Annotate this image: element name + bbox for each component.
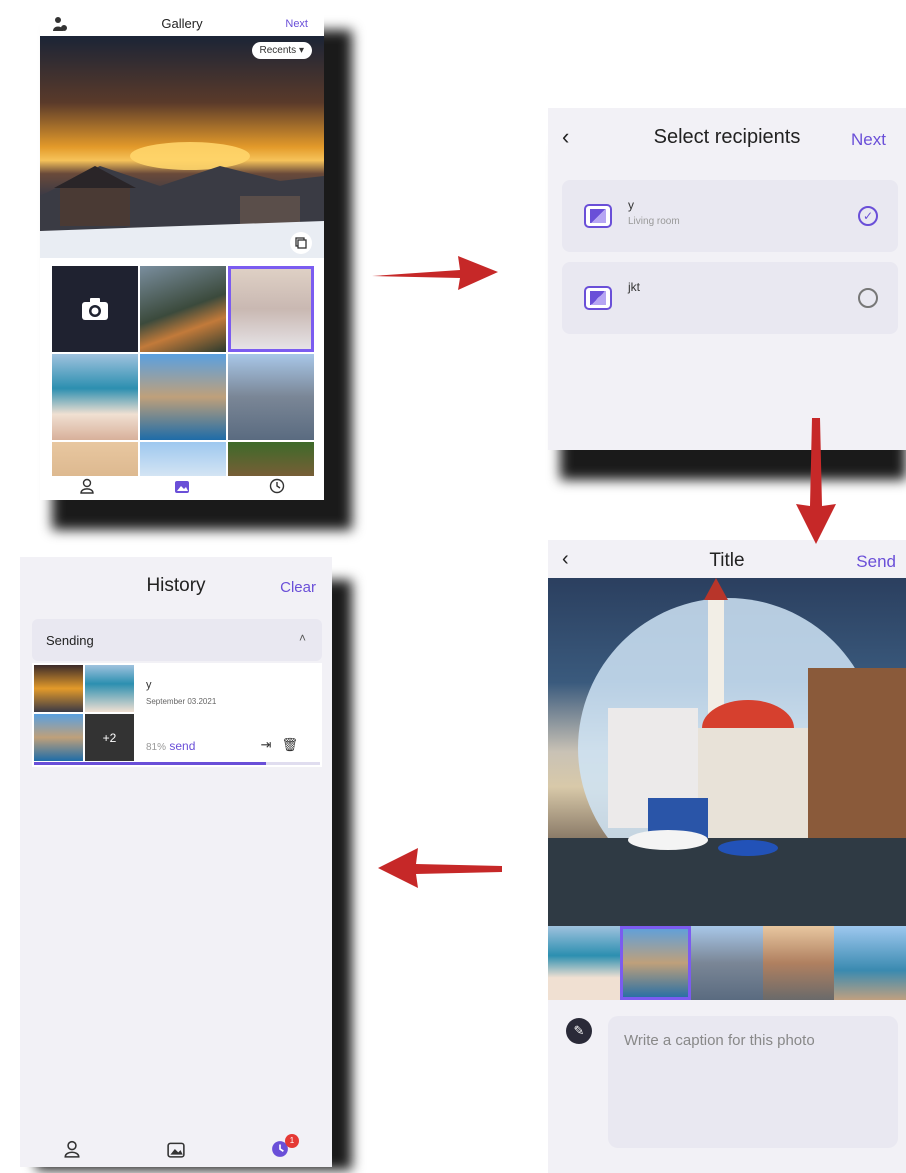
edit-caption-icon: ✎ (566, 1018, 592, 1044)
camera-icon (82, 298, 108, 320)
history-icon[interactable] (269, 478, 285, 499)
recents-label: Recents (259, 45, 297, 56)
photo-thumbnail (34, 665, 83, 712)
compose-title: Title (709, 550, 745, 571)
notification-badge: 1 (285, 1133, 299, 1148)
photo-thumbnail-selected[interactable] (619, 926, 692, 1000)
checkmark-icon[interactable]: ✓ (858, 206, 878, 226)
photo-thumbnail[interactable] (140, 266, 226, 352)
history-item[interactable]: +2 y September 03.2021 81% send ⇥🗑 (32, 663, 322, 767)
recipients-next-button[interactable]: Next (851, 130, 886, 150)
device-frame-icon (584, 286, 612, 310)
photo-thumbnail[interactable] (52, 354, 138, 440)
multi-select-icon[interactable] (290, 232, 312, 254)
progress-percent: 81% (146, 742, 167, 753)
recipient-location: Living room (628, 216, 680, 227)
device-frame-icon (584, 204, 612, 228)
gallery-header: Gallery Next (40, 12, 324, 36)
gallery-title: Gallery (161, 16, 203, 31)
chevron-down-icon: ▾ (298, 45, 304, 56)
bottom-nav: 1 (20, 1133, 332, 1167)
send-button[interactable]: Send (856, 552, 896, 572)
history-progress-text: 81% send (146, 739, 195, 753)
caption-input[interactable]: Write a caption for this photo (608, 1016, 898, 1148)
photo-thumbnail[interactable] (548, 926, 620, 1000)
clear-button[interactable]: Clear (280, 579, 316, 596)
chevron-up-icon: ˄ (298, 631, 306, 645)
select-recipients-screen: ‹ Select recipients Next y Living room ✓… (548, 108, 906, 450)
compose-screen: ‹ Title Send ✎ Write a caption for this … (548, 540, 906, 1173)
gallery-screen: Gallery Next Recents ▾ (40, 12, 324, 500)
gallery-icon[interactable] (167, 1140, 185, 1163)
camera-tile[interactable] (52, 266, 138, 352)
progress-status: send (169, 739, 196, 753)
history-date: September 03.2021 (146, 697, 217, 706)
compose-photo-preview (548, 578, 906, 926)
history-recipient-name: y (146, 679, 152, 691)
photo-thumbnail[interactable] (834, 926, 906, 1000)
flow-arrow-right-icon (372, 256, 498, 290)
gallery-next-button[interactable]: Next (285, 18, 308, 30)
contacts-icon[interactable] (63, 1140, 81, 1163)
photo-thumbnail (85, 665, 134, 712)
gallery-icon[interactable] (174, 478, 190, 499)
photo-thumbnail-selected[interactable] (228, 266, 314, 352)
radio-unchecked-icon[interactable] (858, 288, 878, 308)
recipient-card[interactable]: y Living room ✓ (562, 180, 898, 252)
recipients-header: ‹ Select recipients Next (548, 108, 906, 162)
cancel-send-icon[interactable]: ⇥ (261, 737, 282, 752)
sending-section-header[interactable]: Sending ˄ (32, 619, 322, 661)
more-photos-count: +2 (85, 714, 134, 761)
bottom-nav (40, 476, 324, 500)
history-actions: ⇥🗑 (261, 737, 308, 753)
caption-placeholder: Write a caption for this photo (624, 1032, 815, 1049)
selected-photos-strip (548, 926, 906, 1000)
flow-arrow-down-icon (796, 418, 836, 544)
trash-icon[interactable]: 🗑 (281, 737, 308, 752)
gallery-preview-image (40, 36, 324, 258)
photo-thumbnail[interactable] (691, 926, 763, 1000)
recipient-name: jkt (628, 280, 640, 294)
flow-arrow-left-icon (378, 848, 502, 888)
recents-dropdown[interactable]: Recents ▾ (251, 42, 312, 59)
history-header: History Clear (20, 557, 332, 613)
history-screen: History Clear Sending ˄ +2 y September 0… (20, 557, 332, 1167)
photo-grid (52, 266, 314, 488)
history-icon[interactable]: 1 (271, 1133, 299, 1163)
recipient-card[interactable]: jkt (562, 262, 898, 334)
photo-thumbnail[interactable] (228, 354, 314, 440)
photo-thumbnail[interactable] (762, 926, 835, 1000)
send-progress-bar (34, 762, 320, 765)
contacts-icon[interactable] (79, 478, 95, 499)
sending-section-label: Sending (46, 633, 94, 648)
photo-thumbnail[interactable] (140, 354, 226, 440)
photo-thumbnail (34, 714, 83, 761)
recipient-name: y (628, 198, 634, 212)
history-thumbnails: +2 (34, 665, 134, 761)
compose-header: ‹ Title Send (548, 540, 906, 578)
send-progress-fill (34, 762, 266, 765)
